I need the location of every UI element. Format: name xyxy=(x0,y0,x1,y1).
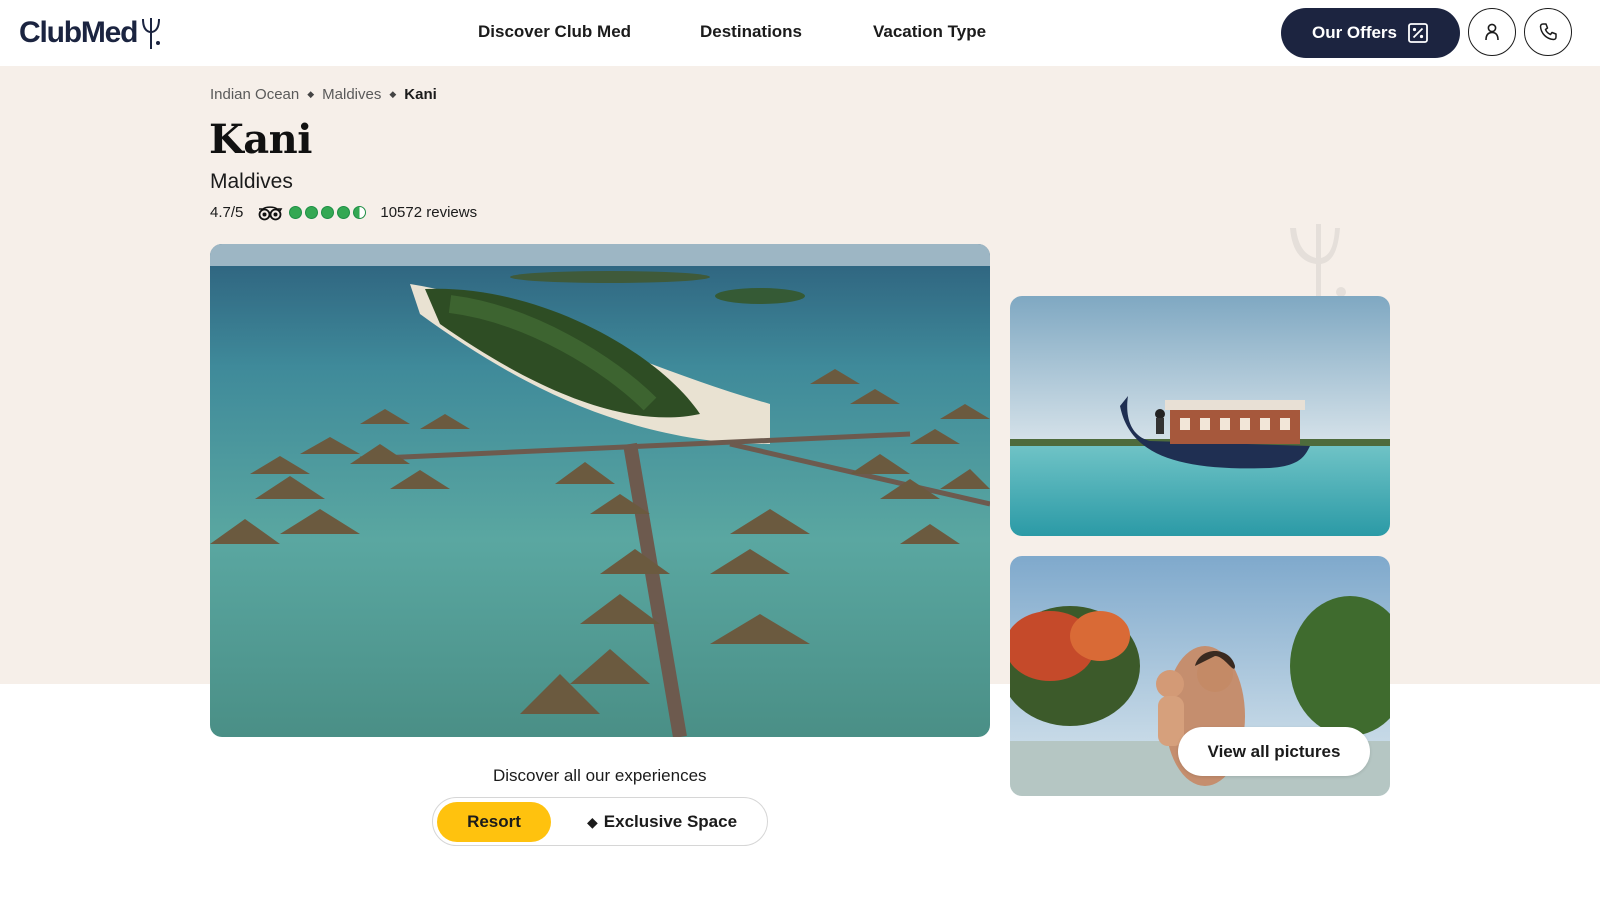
resort-location: Maldives xyxy=(210,170,293,193)
exclusive-space-label: Exclusive Space xyxy=(603,812,738,831)
breadcrumb: Indian Ocean ◆ Maldives ◆ Kani xyxy=(210,86,437,103)
nav-discover-club-med[interactable]: Discover Club Med xyxy=(478,22,631,42)
our-offers-button[interactable]: Our Offers xyxy=(1281,8,1460,58)
phone-icon xyxy=(1539,23,1557,41)
rating-bubble-full-icon xyxy=(305,206,319,219)
club-med-logo[interactable]: ClubMed xyxy=(19,15,163,51)
account-button[interactable] xyxy=(1468,8,1516,56)
page-title: Kani xyxy=(209,116,312,163)
user-icon xyxy=(1485,23,1499,41)
gallery-main-photo[interactable] xyxy=(210,244,990,737)
tripadvisor-owl-icon xyxy=(258,205,283,220)
rating-bubbles xyxy=(289,206,367,219)
breadcrumb-separator-icon: ◆ xyxy=(307,89,315,99)
site-header: ClubMed Discover Club Med Destinations V… xyxy=(0,0,1600,66)
rating-bubble-full-icon xyxy=(337,206,351,219)
view-all-pictures-button[interactable]: View all pictures xyxy=(1178,727,1370,776)
phone-button[interactable] xyxy=(1524,8,1572,56)
experience-resort-tab[interactable]: Resort xyxy=(437,802,551,842)
trident-icon xyxy=(142,18,161,49)
rating-score: 4.7/5 xyxy=(210,204,244,221)
rating-bubble-full-icon xyxy=(321,206,335,219)
experience-exclusive-space-tab[interactable]: ◆ Exclusive Space xyxy=(587,802,737,842)
gallery-boat-photo[interactable] xyxy=(1010,296,1390,536)
rating-bubble-full-icon xyxy=(289,206,303,219)
breadcrumb-kani: Kani xyxy=(404,86,437,103)
our-offers-label: Our Offers xyxy=(1311,23,1398,42)
breadcrumb-indian-ocean[interactable]: Indian Ocean xyxy=(210,86,299,103)
percent-tag-icon xyxy=(1408,23,1428,43)
nav-vacation-type[interactable]: Vacation Type xyxy=(873,22,986,42)
nav-destinations[interactable]: Destinations xyxy=(700,22,802,42)
breadcrumb-separator-icon: ◆ xyxy=(389,89,397,99)
diamond-icon: ◆ xyxy=(587,813,598,830)
logo-wordmark: ClubMed xyxy=(19,16,138,49)
rating-bubble-half-icon xyxy=(353,206,367,219)
aerial-lagoon-image xyxy=(210,244,990,737)
dhoni-boat-image xyxy=(1010,296,1390,536)
experiences-heading: Discover all our experiences xyxy=(493,766,707,785)
review-count[interactable]: 10572 reviews xyxy=(380,204,477,221)
rating-row: 4.7/5 10572 reviews xyxy=(210,204,477,221)
breadcrumb-maldives[interactable]: Maldives xyxy=(322,86,381,103)
experience-toggle: Resort ◆ Exclusive Space xyxy=(432,797,768,846)
